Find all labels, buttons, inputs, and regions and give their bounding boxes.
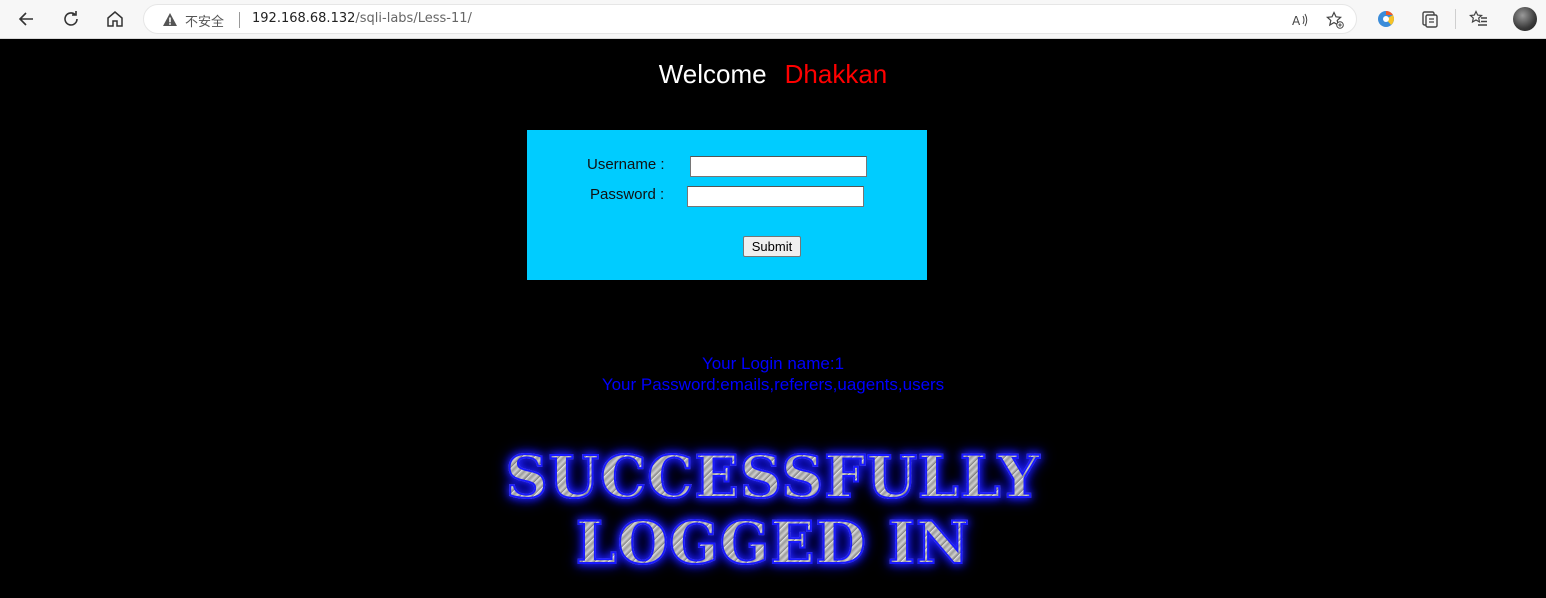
password-label: Password : bbox=[590, 186, 665, 203]
home-icon bbox=[107, 11, 123, 27]
browser-toolbar: 不安全 192.168.68.132/sqli-labs/Less-11/ A bbox=[0, 0, 1546, 39]
favorites-icon bbox=[1469, 10, 1487, 26]
star-add-icon bbox=[1326, 11, 1344, 29]
login-name-line: Your Login name:1 bbox=[701, 354, 845, 373]
warning-icon[interactable] bbox=[162, 12, 178, 28]
password-line: Your Password:emails,referers,uagents,us… bbox=[601, 375, 945, 394]
welcome-heading: Welcome Dhakkan bbox=[0, 59, 1546, 90]
arrow-left-icon bbox=[18, 12, 33, 26]
svg-text:A: A bbox=[1292, 14, 1301, 28]
url-host: 192.168.68.132 bbox=[252, 11, 356, 26]
success-banner-line1: SUCCESSFULLY bbox=[505, 443, 1041, 511]
security-status[interactable]: 不安全 bbox=[185, 11, 224, 30]
collections-button[interactable] bbox=[1415, 4, 1445, 34]
login-result: Your Login name:1 Your Password:emails,r… bbox=[0, 353, 1546, 395]
username-label: Username : bbox=[587, 156, 665, 173]
password-input[interactable] bbox=[687, 186, 864, 207]
address-bar[interactable]: 不安全 192.168.68.132/sqli-labs/Less-11/ A bbox=[143, 4, 1357, 34]
success-banner: SUCCESSFULLY LOGGED IN bbox=[0, 443, 1546, 577]
refresh-icon bbox=[64, 11, 78, 26]
extension-button[interactable] bbox=[1371, 4, 1401, 34]
url-path: /sqli-labs/Less-11/ bbox=[355, 11, 472, 26]
refresh-button[interactable] bbox=[55, 4, 87, 34]
address-divider bbox=[239, 12, 240, 28]
submit-button[interactable]: Submit bbox=[743, 236, 801, 257]
read-aloud-icon: A bbox=[1292, 13, 1308, 28]
toolbar-divider bbox=[1455, 9, 1456, 29]
url-text[interactable]: 192.168.68.132/sqli-labs/Less-11/ bbox=[252, 11, 472, 26]
profile-avatar[interactable] bbox=[1513, 7, 1537, 31]
collections-icon bbox=[1422, 11, 1438, 28]
username-input[interactable] bbox=[690, 156, 867, 177]
welcome-text: Welcome bbox=[658, 59, 767, 89]
read-aloud-button[interactable]: A bbox=[1289, 9, 1311, 31]
home-button[interactable] bbox=[99, 4, 131, 34]
welcome-name: Dhakkan bbox=[784, 59, 888, 89]
extension-icon bbox=[1378, 10, 1394, 27]
favorites-button[interactable] bbox=[1464, 4, 1494, 34]
add-favorite-button[interactable] bbox=[1324, 9, 1346, 31]
login-form: Username : Password : Submit bbox=[527, 130, 927, 280]
page-body: Welcome Dhakkan Username : Password : Sub… bbox=[0, 39, 1546, 598]
success-banner-line2: LOGGED IN bbox=[575, 509, 971, 577]
back-button[interactable] bbox=[11, 4, 43, 34]
